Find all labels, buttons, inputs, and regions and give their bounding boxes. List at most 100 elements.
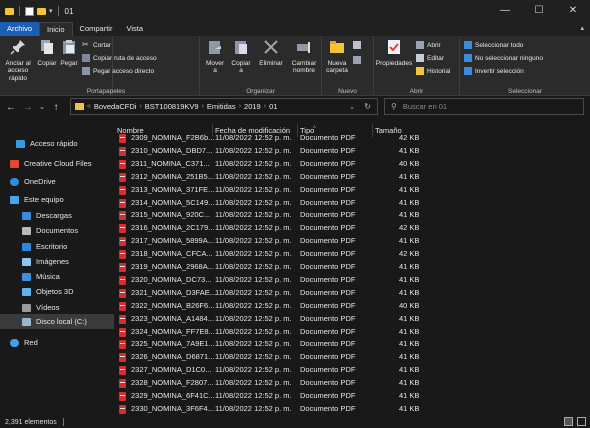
group-caption-abrir: Abrir bbox=[409, 88, 424, 95]
file-row[interactable]: 2312_NOMINA_251B5... 11/08/2022 12:52 p. … bbox=[114, 171, 590, 183]
file-size: 41 KB bbox=[399, 339, 420, 349]
pdf-file-icon bbox=[119, 263, 126, 272]
nav-item-creative-cloud[interactable]: Creative Cloud Files bbox=[0, 156, 114, 171]
tab-vista[interactable]: Vista bbox=[119, 22, 150, 36]
music-icon bbox=[22, 272, 31, 281]
customize-toolbar-dropdown[interactable]: ▾ bbox=[49, 7, 53, 15]
new-folder-button[interactable]: Nueva carpeta bbox=[323, 36, 351, 75]
back-button[interactable]: ← bbox=[4, 102, 18, 113]
delete-button[interactable]: Eliminar bbox=[256, 36, 286, 75]
pin-quick-access-button[interactable]: Anclar al acceso rápido bbox=[1, 36, 35, 82]
breadcrumb-bst100819kv9[interactable]: BST100819KV9 bbox=[145, 102, 199, 111]
properties-quick-icon[interactable] bbox=[25, 6, 34, 16]
collapse-ribbon-icon[interactable]: ▴ bbox=[580, 24, 584, 32]
easy-access-button[interactable] bbox=[353, 56, 361, 64]
properties-icon bbox=[388, 40, 400, 54]
move-to-button[interactable]: Mover a bbox=[202, 36, 228, 75]
rename-button[interactable]: Cambiar nombre bbox=[288, 36, 320, 75]
file-type: Documento PDF bbox=[300, 223, 356, 233]
nav-item-documents[interactable]: Documentos bbox=[0, 223, 114, 238]
up-button[interactable]: ↑ bbox=[49, 102, 63, 113]
file-row[interactable]: 2318_NOMINA_CFCA... 11/08/2022 12:52 p. m… bbox=[114, 248, 590, 260]
nav-item-download[interactable]: Descargas bbox=[0, 208, 114, 223]
paste-button[interactable]: Pegar bbox=[58, 36, 80, 67]
chevron-down-icon[interactable]: ⌄ bbox=[349, 103, 355, 111]
nav-item-label: Escritorio bbox=[36, 242, 68, 251]
group-abrir: Propiedades Abrir Editar Historial Abrir bbox=[374, 36, 460, 96]
breadcrumb-01[interactable]: 01 bbox=[269, 102, 277, 111]
nav-item-desktop[interactable]: Escritorio bbox=[0, 239, 114, 254]
tab-archivo[interactable]: Archivo bbox=[0, 22, 40, 36]
nav-item-drive[interactable]: Disco local (C:) bbox=[0, 314, 114, 329]
file-modified: 11/08/2022 12:52 p. m. bbox=[215, 352, 292, 362]
file-row[interactable]: 2320_NOMINA_DC73... 11/08/2022 12:52 p. m… bbox=[114, 274, 590, 286]
nav-item-objects3d[interactable]: Objetos 3D bbox=[0, 284, 114, 299]
file-type: Documento PDF bbox=[300, 313, 356, 323]
file-row[interactable]: 2309_NOMINA_F2B6b... 11/08/2022 12:52 p. … bbox=[114, 132, 590, 144]
breadcrumb-bovedacfdi[interactable]: BovedaCFDi bbox=[94, 102, 137, 111]
cut-button[interactable]: ✂ Cortar bbox=[82, 41, 111, 49]
file-row[interactable]: 2321_NOMINA_D3FAE... 11/08/2022 12:52 p. … bbox=[114, 287, 590, 299]
select-all-button[interactable]: Seleccionar todo bbox=[464, 41, 523, 49]
nav-item-videos[interactable]: Vídeos bbox=[0, 300, 114, 315]
select-none-button[interactable]: No seleccionar ninguno bbox=[464, 54, 543, 62]
tab-compartir[interactable]: Compartir bbox=[73, 22, 120, 36]
details-view-icon[interactable] bbox=[564, 417, 573, 426]
file-row[interactable]: 2319_NOMINA_2968A... 11/08/2022 12:52 p. … bbox=[114, 261, 590, 273]
forward-button[interactable]: → bbox=[21, 102, 35, 113]
address-path[interactable]: « BovedaCFDi › BST100819KV9 › Emitidas ›… bbox=[70, 98, 378, 115]
recent-locations-button[interactable]: ⌄ bbox=[35, 103, 49, 111]
file-row[interactable]: 2329_NOMINA_6F41C... 11/08/2022 12:52 p. … bbox=[114, 390, 590, 402]
file-name: 2312_NOMINA_251B5... bbox=[131, 171, 214, 181]
file-row[interactable]: 2317_NOMINA_5899A... 11/08/2022 12:52 p. … bbox=[114, 235, 590, 247]
file-row[interactable]: 2328_NOMINA_F2807... 11/08/2022 12:52 p. … bbox=[114, 377, 590, 389]
file-row[interactable]: 2314_NOMINA_5C149... 11/08/2022 12:52 p. … bbox=[114, 197, 590, 209]
breadcrumb-emitidas[interactable]: Emitidas bbox=[207, 102, 236, 111]
file-row[interactable]: 2330_NOMINA_3F6F4... 11/08/2022 12:52 p. … bbox=[114, 403, 590, 415]
properties-button[interactable]: Propiedades bbox=[374, 36, 414, 67]
ribbon-tabs: Archivo Inicio Compartir Vista bbox=[0, 22, 590, 36]
edit-button[interactable]: Editar bbox=[416, 54, 444, 62]
new-folder-label-1: Nueva bbox=[327, 59, 347, 67]
nav-item-cloud[interactable]: OneDrive bbox=[0, 174, 114, 189]
creative-cloud-icon bbox=[10, 159, 19, 168]
file-row[interactable]: 2315_NOMINA_920C... 11/08/2022 12:52 p. m… bbox=[114, 209, 590, 221]
nav-item-label: Documentos bbox=[36, 226, 79, 235]
tab-inicio[interactable]: Inicio bbox=[39, 22, 73, 36]
refresh-icon[interactable]: ↻ bbox=[364, 102, 371, 111]
overflow-crumb[interactable]: « bbox=[87, 103, 91, 110]
nav-item-music[interactable]: Música bbox=[0, 269, 114, 284]
file-row[interactable]: 2323_NOMINA_A1484... 11/08/2022 12:52 p. … bbox=[114, 313, 590, 325]
file-name: 2313_NOMINA_371FE... bbox=[131, 184, 215, 194]
file-row[interactable]: 2324_NOMINA_FF7E8... 11/08/2022 12:52 p. … bbox=[114, 326, 590, 338]
close-button[interactable]: ✕ bbox=[556, 0, 590, 22]
file-modified: 11/08/2022 12:52 p. m. bbox=[215, 223, 292, 233]
file-row[interactable]: 2313_NOMINA_371FE... 11/08/2022 12:52 p. … bbox=[114, 184, 590, 196]
file-row[interactable]: 2310_NOMINA_DBD7... 11/08/2022 12:52 p. m… bbox=[114, 145, 590, 157]
file-row[interactable]: 2327_NOMINA_D1C0... 11/08/2022 12:52 p. m… bbox=[114, 364, 590, 376]
file-row[interactable]: 2316_NOMINA_2C179... 11/08/2022 12:52 p. … bbox=[114, 222, 590, 234]
open-button[interactable]: Abrir bbox=[416, 41, 441, 49]
copy-button[interactable]: Copiar bbox=[36, 36, 58, 67]
file-row[interactable]: 2311_NOMINA_C371... 11/08/2022 12:52 p. m… bbox=[114, 158, 590, 170]
invert-selection-button[interactable]: Invertir selección bbox=[464, 67, 524, 75]
new-item-button[interactable] bbox=[353, 41, 361, 49]
new-item-icon bbox=[353, 41, 361, 49]
file-modified: 11/08/2022 12:52 p. m. bbox=[215, 339, 292, 349]
maximize-button[interactable]: ☐ bbox=[522, 0, 556, 22]
file-row[interactable]: 2322_NOMINA_B26F6... 11/08/2022 12:52 p. … bbox=[114, 300, 590, 312]
history-button[interactable]: Historial bbox=[416, 67, 450, 75]
large-icons-view-icon[interactable] bbox=[577, 417, 586, 426]
search-input[interactable]: ⚲ Buscar en 01 bbox=[384, 98, 584, 115]
nav-item-computer[interactable]: Este equipo bbox=[0, 192, 114, 207]
file-row[interactable]: 2326_NOMINA_D6871... 11/08/2022 12:52 p. … bbox=[114, 351, 590, 363]
nav-item-pictures[interactable]: Imágenes bbox=[0, 254, 114, 269]
file-type: Documento PDF bbox=[300, 133, 356, 142]
copy-to-button[interactable]: Copiar a bbox=[228, 36, 254, 75]
breadcrumb-2019[interactable]: 2019 bbox=[244, 102, 261, 111]
nav-item-network[interactable]: Red bbox=[0, 335, 114, 350]
nav-item-star[interactable]: Acceso rápido bbox=[0, 136, 114, 151]
minimize-button[interactable]: — bbox=[488, 0, 522, 22]
new-folder-quick-icon[interactable] bbox=[37, 7, 46, 15]
file-row[interactable]: 2325_NOMINA_7A9E1... 11/08/2022 12:52 p. … bbox=[114, 338, 590, 350]
